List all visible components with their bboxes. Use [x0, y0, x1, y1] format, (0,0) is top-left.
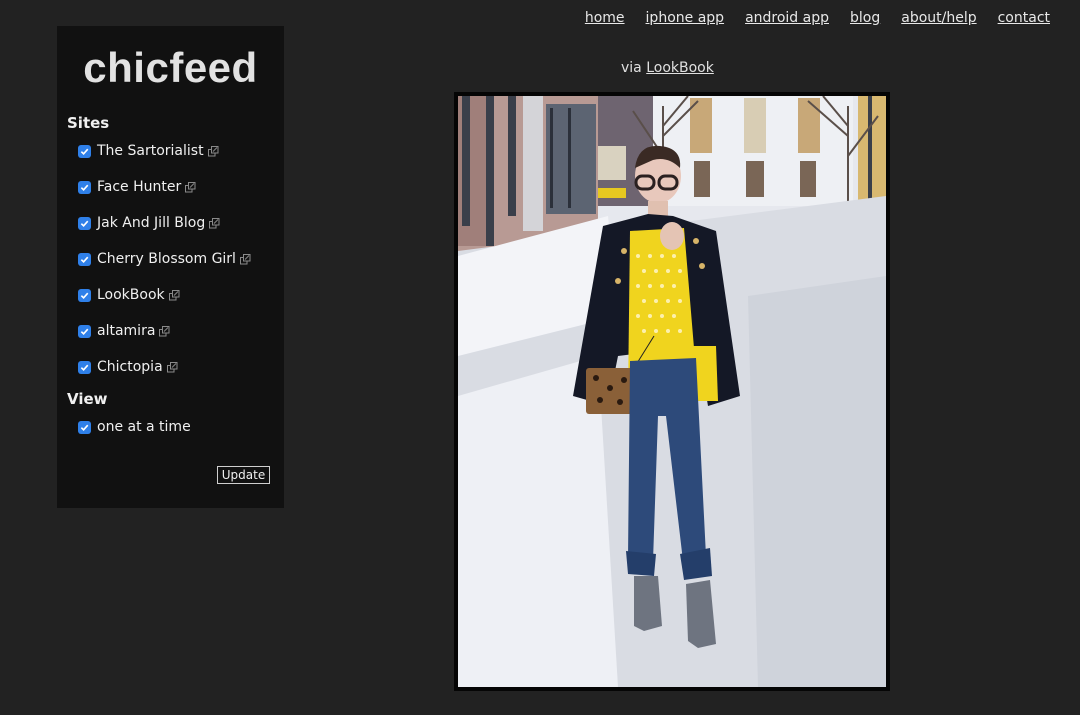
feed-photo[interactable] — [458, 96, 886, 687]
site-label: Cherry Blossom Girl — [97, 251, 236, 267]
site-item[interactable]: Chictopia — [78, 359, 178, 375]
view-option-label: one at a time — [97, 419, 191, 435]
nav-android-app-link[interactable]: android app — [745, 10, 829, 26]
checkbox[interactable] — [78, 420, 91, 434]
checkbox[interactable] — [78, 324, 91, 338]
nav-home-link[interactable]: home — [585, 10, 625, 26]
checkmark-icon — [80, 256, 89, 263]
checkmark-icon — [80, 364, 89, 371]
sidebar: chicfeed Sites The Sartorialist Face Hunt… — [57, 26, 284, 508]
site-label: LookBook — [97, 287, 165, 303]
sites-heading: Sites — [67, 114, 110, 132]
checkmark-icon — [80, 424, 89, 431]
nav-contact-link[interactable]: contact — [998, 10, 1050, 26]
checkbox[interactable] — [78, 144, 91, 158]
site-item[interactable]: Jak And Jill Blog — [78, 215, 220, 231]
checkbox[interactable] — [78, 180, 91, 194]
site-item[interactable]: The Sartorialist — [78, 143, 219, 159]
site-label: The Sartorialist — [97, 143, 204, 159]
photo-frame — [454, 92, 890, 691]
source-attribution: via LookBook — [621, 60, 714, 76]
view-option-one-at-a-time[interactable]: one at a time — [78, 419, 191, 435]
photo-illustration — [458, 96, 886, 687]
external-link-icon[interactable] — [185, 181, 196, 193]
view-heading: View — [67, 390, 108, 408]
top-navigation: home iphone app android app blog about/h… — [564, 10, 1050, 26]
checkbox[interactable] — [78, 252, 91, 266]
site-label: Face Hunter — [97, 179, 182, 195]
via-prefix: via — [621, 60, 642, 76]
checkmark-icon — [80, 220, 89, 227]
site-label: altamira — [97, 323, 156, 339]
external-link-icon[interactable] — [239, 253, 251, 265]
site-item[interactable]: altamira — [78, 323, 170, 339]
checkbox[interactable] — [78, 288, 91, 302]
nav-about-help-link[interactable]: about/help — [901, 10, 976, 26]
external-link-icon[interactable] — [209, 217, 220, 229]
site-item[interactable]: LookBook — [78, 287, 180, 303]
external-link-icon[interactable] — [159, 325, 170, 337]
site-label: Jak And Jill Blog — [97, 215, 206, 231]
logo[interactable]: chicfeed — [57, 44, 284, 92]
external-link-icon[interactable] — [207, 145, 219, 157]
nav-iphone-app-link[interactable]: iphone app — [646, 10, 725, 26]
site-item[interactable]: Cherry Blossom Girl — [78, 251, 251, 267]
external-link-icon[interactable] — [168, 289, 180, 301]
checkmark-icon — [80, 184, 89, 191]
nav-blog-link[interactable]: blog — [850, 10, 880, 26]
site-label: Chictopia — [97, 359, 163, 375]
checkbox[interactable] — [78, 360, 91, 374]
checkmark-icon — [80, 292, 89, 299]
site-item[interactable]: Face Hunter — [78, 179, 196, 195]
checkbox[interactable] — [78, 216, 91, 230]
update-button[interactable]: Update — [217, 466, 270, 484]
checkmark-icon — [80, 148, 89, 155]
external-link-icon[interactable] — [166, 361, 178, 373]
source-link[interactable]: LookBook — [646, 60, 714, 76]
checkmark-icon — [80, 328, 89, 335]
